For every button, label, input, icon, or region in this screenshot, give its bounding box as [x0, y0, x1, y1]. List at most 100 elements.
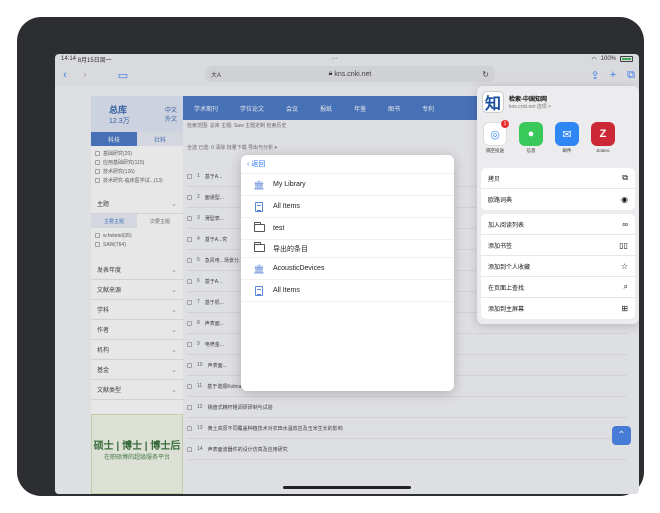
row-checkbox[interactable] [187, 278, 192, 284]
collection-acoustic-devices[interactable]: 🏛︎ AcousticDevices [241, 258, 454, 280]
row-checkbox[interactable] [187, 425, 192, 431]
row-title-link[interactable]: 电喷金... [205, 341, 224, 348]
list-item[interactable]: w.hetetel(35) [95, 231, 179, 240]
row-title-link[interactable]: 基于A...究 [205, 236, 228, 243]
row-checkbox[interactable] [187, 257, 192, 263]
row-title-link[interactable]: 基于A... [205, 173, 223, 180]
action-add-home-screen[interactable]: 添加到主屏幕 ⊞ [481, 298, 635, 319]
action-eudic[interactable]: 欧路词典 ◉ [481, 189, 635, 210]
share-options-link[interactable]: kns.cnki.net 选项 > [509, 103, 551, 110]
row-title-link[interactable]: 黄土高原不同覆盖种植技术对农田水温效应及玉米生长的影响 [208, 425, 343, 432]
facet-fund[interactable]: 基金 ⌄ [91, 360, 183, 380]
ad-banner[interactable]: 硕士 | 博士 | 博士后 在职硕博的超级服务平台 [91, 414, 183, 494]
results-toolbar[interactable]: 全选 已选: 0 清除 批量下载 导出与分析 ▾ [187, 144, 277, 151]
row-checkbox[interactable] [187, 194, 192, 200]
new-tab-icon[interactable]: + [603, 69, 623, 81]
tab-science[interactable]: 科技 [91, 132, 137, 146]
row-title-link[interactable]: 锡盘式精杆粗调研研制与试验 [208, 404, 273, 411]
app-messages[interactable]: ● 信息 [516, 122, 546, 154]
facet-author[interactable]: 作者 ⌄ [91, 320, 183, 340]
row-title-link[interactable]: 基于机... [205, 299, 224, 306]
forward-icon[interactable]: › [75, 69, 95, 81]
lang-zh-link[interactable]: 中文 [165, 105, 177, 114]
collection-all-items[interactable]: All Items [241, 196, 454, 218]
collection-exported[interactable]: 导出的条目 [241, 240, 454, 258]
action-copy[interactable]: 拷贝 ⧉ [481, 168, 635, 189]
row-number: 8 [197, 320, 200, 326]
row-number: 9 [197, 341, 200, 347]
row-checkbox[interactable] [187, 299, 192, 305]
app-airdrop[interactable]: ◎ 1 隔空投送 [480, 120, 510, 154]
status-date: 8月15日周一 [77, 57, 112, 64]
row-title-link[interactable]: 薄型表... [205, 215, 224, 222]
facet-topic[interactable]: 主题 ⌄ [91, 194, 183, 214]
facet-subject[interactable]: 学科 ⌄ [91, 300, 183, 320]
table-row[interactable]: 12 锡盘式精杆粗调研研制与试验 [187, 397, 627, 418]
total-library[interactable]: 总库 12.3万 中文 外文 [91, 96, 183, 132]
row-title-link[interactable]: 急风电...场景分... [205, 257, 243, 264]
action-find-on-page[interactable]: 在页面上查找 ⌕ [481, 277, 635, 298]
nav-item[interactable]: 专利 [411, 104, 445, 113]
row-title-link[interactable]: 声表面波器件的设计仿真及应用研究 [208, 446, 288, 453]
action-add-favorite[interactable]: 添加到个人收藏 ☆ [481, 256, 635, 277]
text-size-button[interactable]: 大A [211, 70, 221, 79]
row-number: 3 [197, 215, 200, 221]
back-chevron-icon[interactable]: ‹ [247, 161, 249, 168]
reload-icon[interactable]: ↻ [482, 70, 489, 79]
row-checkbox[interactable] [187, 341, 192, 347]
action-reading-list[interactable]: 加入阅读列表 ∞ [481, 214, 635, 235]
tab-main-topic[interactable]: 主要主题 [91, 214, 137, 228]
row-checkbox[interactable] [187, 215, 192, 221]
table-row[interactable]: 14 声表面波器件的设计仿真及应用研究 [187, 439, 627, 460]
action-add-bookmark[interactable]: 添加书签 ▯▯ [481, 235, 635, 256]
collection-all-items-group[interactable]: All Items [241, 280, 454, 302]
row-checkbox[interactable] [187, 383, 192, 389]
lang-en-link[interactable]: 外文 [165, 114, 177, 123]
nav-item[interactable]: 学术期刊 [183, 104, 229, 113]
facet-source[interactable]: 文献来源 ⌄ [91, 280, 183, 300]
facet-institution[interactable]: 机构 ⌄ [91, 340, 183, 360]
row-checkbox[interactable] [187, 173, 192, 179]
nav-item[interactable]: 学位论文 [229, 104, 275, 113]
search-scope-line: 检索范围: 总库 主题: Saw 主题定制 检索历史 [187, 123, 287, 129]
app-mail[interactable]: ✉ 邮件 [552, 122, 582, 154]
list-item[interactable]: 基础研究(20) [95, 149, 179, 158]
row-title-link[interactable]: 声表面... [208, 362, 227, 369]
list-item[interactable]: SAW(764) [95, 240, 179, 249]
nav-item[interactable]: 报纸 [309, 104, 343, 113]
facet-year[interactable]: 发表年度 ⌄ [91, 260, 183, 280]
tab-secondary-topic[interactable]: 次要主题 [137, 214, 183, 228]
collection-test[interactable]: test [241, 218, 454, 240]
row-checkbox[interactable] [187, 320, 192, 326]
popup-back-button[interactable]: 返回 [251, 159, 265, 169]
add-square-icon: ⊞ [621, 304, 628, 313]
table-row[interactable]: 13 黄土高原不同覆盖种植技术对农田水温效应及玉米生长的影响 [187, 418, 627, 439]
list-item[interactable]: 应用基础研究(115) [95, 158, 179, 167]
list-item[interactable]: 技术研究(126) [95, 167, 179, 176]
row-checkbox[interactable] [187, 446, 192, 452]
row-checkbox[interactable] [187, 236, 192, 242]
multitask-dots[interactable]: ··· [332, 56, 338, 62]
back-icon[interactable]: ‹ [55, 69, 75, 81]
facet-doc-type[interactable]: 文献类型 ⌄ [91, 380, 183, 400]
row-checkbox[interactable] [187, 362, 192, 368]
tab-social[interactable]: 社科 [137, 132, 183, 146]
row-title-link[interactable]: 声表面... [205, 320, 224, 327]
tabs-icon[interactable]: ⧉ [621, 69, 639, 82]
list-item[interactable]: 技术研究-临床医学试...(13) [95, 176, 179, 185]
address-bar[interactable]: 大A 🔒︎ kns.cnki.net ↻ [205, 66, 495, 82]
row-checkbox[interactable] [187, 404, 192, 410]
nav-item[interactable]: 会议 [275, 104, 309, 113]
back-to-top-button[interactable]: ⌃ [612, 426, 631, 445]
sidebar-icon[interactable]: ▭ [113, 69, 133, 82]
nav-item[interactable]: 图书 [377, 104, 411, 113]
row-title-link[interactable]: 面递型... [205, 194, 224, 201]
battery-percent: 100% [600, 56, 616, 62]
lock-icon: 🔒︎ [328, 70, 333, 77]
nav-item[interactable]: 年鉴 [343, 104, 377, 113]
folder-icon [253, 241, 265, 252]
share-icon[interactable]: ⇪ [585, 69, 605, 82]
row-title-link[interactable]: 基于A... [205, 278, 223, 285]
app-zotero[interactable]: Z Zotero [588, 122, 618, 153]
collection-my-library[interactable]: 🏛︎ My Library [241, 174, 454, 196]
